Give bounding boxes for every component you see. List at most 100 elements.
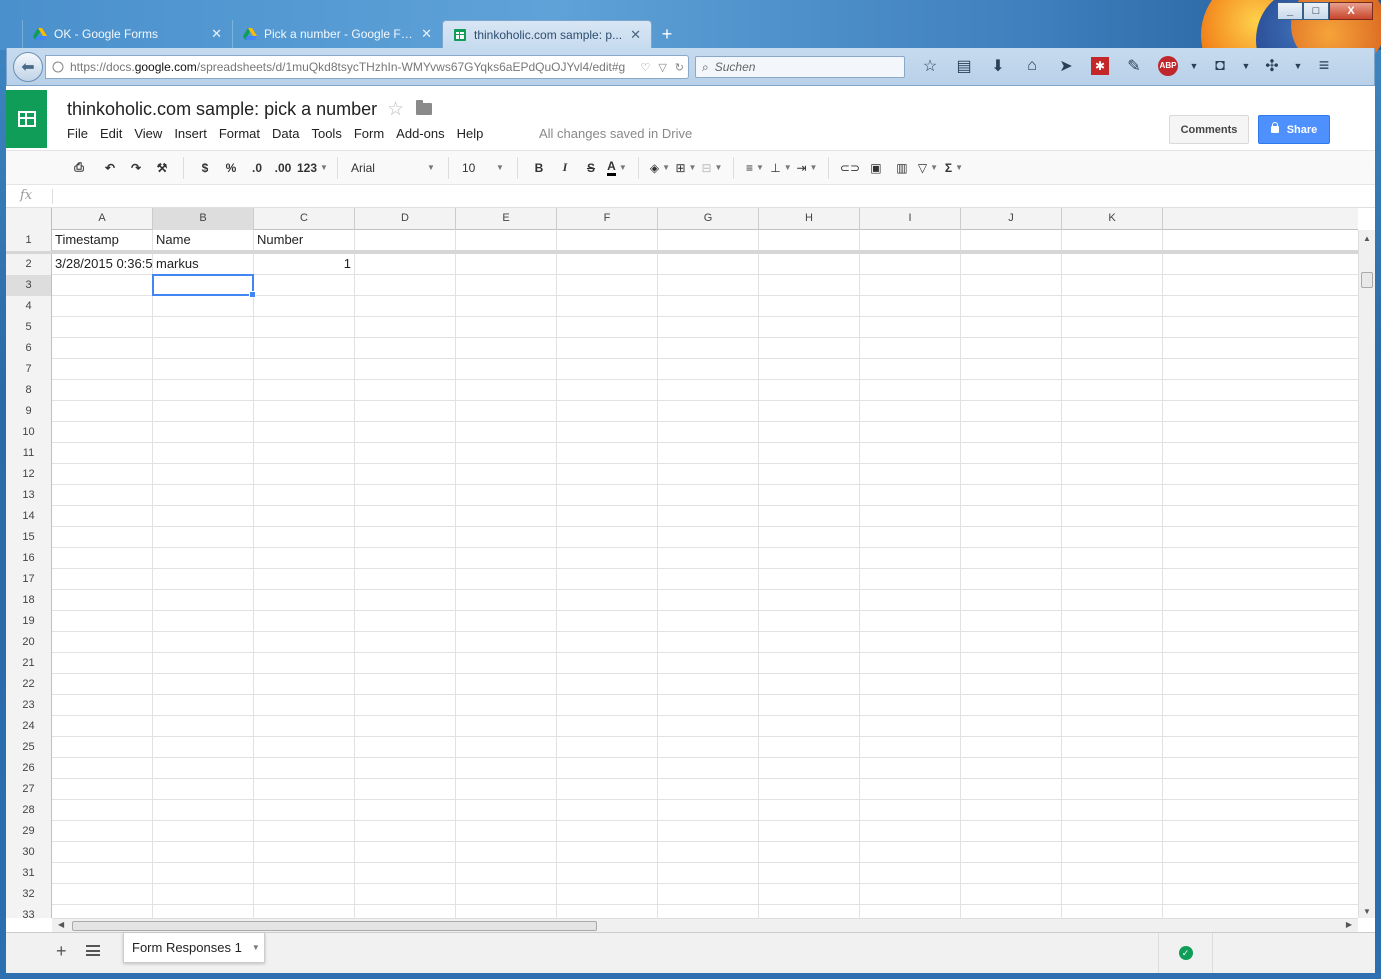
grid-cell[interactable]	[961, 863, 1062, 884]
grid-cell[interactable]	[961, 548, 1062, 569]
paint-format-icon[interactable]: ⚒	[150, 156, 174, 180]
text-color-button[interactable]: A ▼	[605, 156, 629, 180]
grid-cell[interactable]	[153, 443, 254, 464]
grid-cell[interactable]	[153, 590, 254, 611]
grid-cell[interactable]	[254, 464, 355, 485]
chevron-down-icon[interactable]: ▼	[1289, 61, 1307, 71]
grid-cell[interactable]	[52, 842, 153, 863]
grid-cell[interactable]	[355, 905, 456, 918]
grid-cell[interactable]	[658, 569, 759, 590]
grid-cell[interactable]	[153, 338, 254, 359]
grid-cell[interactable]	[355, 380, 456, 401]
grid-cell[interactable]	[961, 674, 1062, 695]
grid-cell[interactable]	[961, 338, 1062, 359]
grid-cell[interactable]	[1062, 338, 1163, 359]
grid-cell[interactable]	[52, 863, 153, 884]
maximize-button[interactable]: □	[1303, 2, 1329, 20]
grid-cell[interactable]	[860, 800, 961, 821]
grid-cell[interactable]	[557, 695, 658, 716]
grid-cell[interactable]	[254, 716, 355, 737]
grid-cell[interactable]	[355, 317, 456, 338]
grid-cell[interactable]	[557, 317, 658, 338]
grid-cell[interactable]	[1062, 716, 1163, 737]
grid-cell[interactable]	[658, 422, 759, 443]
grid-cell[interactable]: 1	[254, 254, 355, 275]
grid-cell[interactable]	[759, 632, 860, 653]
grid-cell[interactable]	[1062, 905, 1163, 918]
grid-cell[interactable]	[860, 695, 961, 716]
grid-cell[interactable]	[961, 527, 1062, 548]
row-header[interactable]: 5	[6, 317, 52, 338]
grid-cell[interactable]	[52, 674, 153, 695]
grid-cell[interactable]	[153, 485, 254, 506]
grid-cell[interactable]	[355, 653, 456, 674]
grid-cell[interactable]	[759, 380, 860, 401]
grid-cell[interactable]	[1062, 359, 1163, 380]
vertical-scroll-thumb[interactable]	[1361, 272, 1373, 288]
menu-data[interactable]: Data	[269, 126, 308, 141]
grid-cell[interactable]	[658, 611, 759, 632]
grid-cell[interactable]	[153, 695, 254, 716]
percent-format-button[interactable]: %	[219, 156, 243, 180]
grid-cell[interactable]	[961, 380, 1062, 401]
all-sheets-menu-icon[interactable]	[86, 945, 100, 956]
grid-cell[interactable]	[254, 863, 355, 884]
menu-addons[interactable]: Add-ons	[393, 126, 453, 141]
new-tab-button[interactable]: +	[652, 20, 682, 48]
grid-cell[interactable]	[456, 401, 557, 422]
grid-cell[interactable]	[254, 590, 355, 611]
grid-cell[interactable]	[658, 590, 759, 611]
grid-cell[interactable]	[557, 443, 658, 464]
grid-cell[interactable]	[860, 275, 961, 296]
grid-cell[interactable]	[759, 401, 860, 422]
grid-cell[interactable]	[1062, 632, 1163, 653]
grid-cell[interactable]	[860, 590, 961, 611]
grid-cell[interactable]	[759, 842, 860, 863]
minimize-button[interactable]: _	[1277, 2, 1303, 20]
grid-cell[interactable]	[355, 422, 456, 443]
grid-cell[interactable]	[153, 611, 254, 632]
row-header[interactable]: 17	[6, 569, 52, 590]
grid-cell[interactable]	[557, 359, 658, 380]
grid-cell[interactable]	[355, 230, 456, 251]
grid-cell[interactable]	[355, 254, 456, 275]
decrease-decimal-button[interactable]: .0	[245, 156, 269, 180]
comments-button[interactable]: Comments	[1169, 115, 1249, 144]
grid-cell[interactable]	[254, 527, 355, 548]
bold-button[interactable]: B	[527, 156, 551, 180]
vertical-scrollbar[interactable]: ▲ ▼	[1358, 230, 1375, 918]
grid-cell[interactable]	[355, 884, 456, 905]
grid-cell[interactable]	[759, 653, 860, 674]
borders-icon[interactable]: ⊞ ▼	[674, 156, 698, 180]
row-header[interactable]: 4	[6, 296, 52, 317]
bookmarks-list-icon[interactable]: ▤	[947, 56, 981, 76]
menu-file[interactable]: File	[64, 126, 97, 141]
close-window-button[interactable]: X	[1329, 2, 1373, 20]
grid-cell[interactable]	[961, 800, 1062, 821]
grid-cell[interactable]	[153, 653, 254, 674]
extension-icon[interactable]: ✎	[1117, 56, 1151, 76]
grid-cell[interactable]	[759, 548, 860, 569]
column-header[interactable]: I	[860, 208, 961, 230]
grid-cell[interactable]	[860, 884, 961, 905]
grid-cell[interactable]	[254, 611, 355, 632]
grid-cell[interactable]	[254, 737, 355, 758]
insert-link-icon[interactable]: ⊂⊃	[838, 156, 862, 180]
column-header[interactable]: F	[557, 208, 658, 230]
grid-cell[interactable]	[658, 737, 759, 758]
grid-cell[interactable]	[961, 275, 1062, 296]
row-header[interactable]: 9	[6, 401, 52, 422]
grid-cell[interactable]	[254, 779, 355, 800]
grid-cell[interactable]	[860, 716, 961, 737]
grid-cell[interactable]	[658, 296, 759, 317]
grid-cell[interactable]	[759, 821, 860, 842]
row-header[interactable]: 18	[6, 590, 52, 611]
grid-cell[interactable]	[860, 632, 961, 653]
search-input[interactable]: ⌕ Suchen	[695, 56, 905, 78]
grid-cell[interactable]: Name	[153, 230, 254, 251]
grid-cell[interactable]	[1062, 779, 1163, 800]
grid-cell[interactable]	[759, 674, 860, 695]
grid-cell[interactable]	[658, 338, 759, 359]
grid-cell[interactable]	[860, 863, 961, 884]
grid-cell[interactable]	[456, 863, 557, 884]
